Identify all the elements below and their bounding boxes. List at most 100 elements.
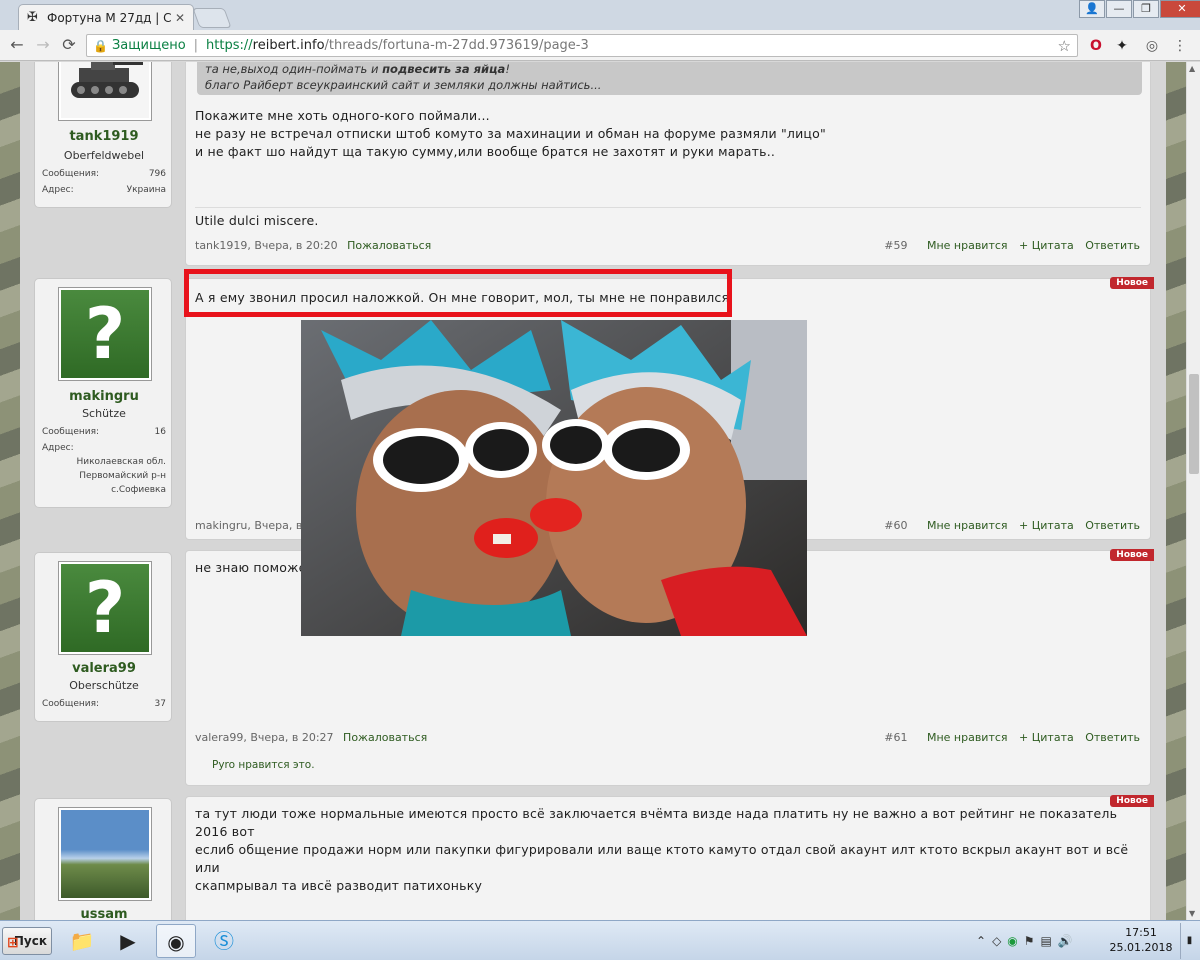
reload-button[interactable]: ⟳ xyxy=(58,35,80,55)
tab-strip: ✠ Фортуна М 27дд | Стран ✕ 👤 — ❐ ✕ xyxy=(0,0,1200,30)
landscape-avatar-image xyxy=(61,810,149,898)
lock-icon: 🔒 xyxy=(93,38,108,53)
username[interactable]: ussam xyxy=(35,907,173,920)
question-mark-avatar-icon: ? xyxy=(61,564,149,652)
quote-link[interactable]: + Цитата xyxy=(1019,731,1074,744)
post-body-line: не разу не встречал отписки штоб комуто … xyxy=(195,126,826,141)
url-host: reibert.info xyxy=(252,38,325,53)
messages-label: Сообщения: xyxy=(42,699,100,709)
tab-title: Фортуна М 27дд | Стран xyxy=(47,10,171,25)
address-line: Николаевская обл. xyxy=(76,457,166,467)
username[interactable]: valera99 xyxy=(35,661,173,676)
windows-taskbar: ⊞ Пуск 📁 ▶ ◉ Ⓢ ⌃ ◇ ◉ ⚑ ▤ 🔊 17:51 25.01.2… xyxy=(0,920,1200,960)
vertical-scrollbar[interactable]: ▲ ▼ xyxy=(1186,62,1200,920)
skype-taskbar-icon[interactable]: Ⓢ xyxy=(204,924,244,958)
post-number[interactable]: #60 xyxy=(884,519,907,532)
network-icon[interactable]: ▤ xyxy=(1041,934,1052,948)
start-label: Пуск xyxy=(13,934,47,948)
liker-username[interactable]: Pyro xyxy=(212,759,235,771)
start-button[interactable]: ⊞ Пуск xyxy=(2,927,52,955)
post-meta: tank1919, Вчера, в 20:20 Пожаловаться xyxy=(195,239,431,252)
report-link[interactable]: Пожаловаться xyxy=(343,731,427,744)
avatar[interactable] xyxy=(58,807,152,901)
scroll-down-arrow-icon[interactable]: ▼ xyxy=(1189,909,1195,918)
tray-green-app-icon[interactable]: ◉ xyxy=(1007,934,1017,948)
clock-date: 25.01.2018 xyxy=(1109,941,1173,954)
sync-extension-icon[interactable]: ◎ xyxy=(1142,36,1162,56)
username[interactable]: makingru xyxy=(35,389,173,404)
show-desktop-button[interactable]: ▮ xyxy=(1180,923,1198,959)
new-tab-button[interactable] xyxy=(192,8,232,28)
extension-puzzle-icon[interactable]: ✦ xyxy=(1112,36,1132,56)
bookmark-star-icon[interactable]: ☆ xyxy=(1058,37,1071,55)
post-author-date[interactable]: tank1919, Вчера, в 20:20 xyxy=(195,239,338,252)
browser-tab[interactable]: ✠ Фортуна М 27дд | Стран ✕ xyxy=(18,4,194,30)
tray-expand-icon[interactable]: ⌃ xyxy=(976,934,986,948)
user-rank: Schütze xyxy=(82,407,126,420)
tank-avatar-image xyxy=(61,62,149,118)
volume-icon[interactable]: 🔊 xyxy=(1058,934,1073,948)
secure-label: Защищено xyxy=(111,38,186,53)
post-body: та тут люди тоже нормальные имеются прос… xyxy=(195,805,1150,895)
restore-button[interactable]: ❐ xyxy=(1133,0,1159,18)
user-card: ? valera99 Oberschütze Сообщения: 37 xyxy=(34,552,172,722)
tray-app-icon[interactable]: ◇ xyxy=(992,934,1001,948)
window-close-button[interactable]: ✕ xyxy=(1160,0,1200,18)
post-number[interactable]: #59 xyxy=(884,239,907,252)
like-link[interactable]: Мне нравится xyxy=(927,731,1008,744)
like-link[interactable]: Мне нравится xyxy=(927,519,1008,532)
taskbar-clock[interactable]: 17:51 25.01.2018 xyxy=(1106,925,1176,955)
windows-logo-icon: ⊞ xyxy=(7,935,19,951)
reply-link[interactable]: Ответить xyxy=(1085,519,1140,532)
address-line: Первомайский р-н xyxy=(79,471,166,481)
reply-link[interactable]: Ответить xyxy=(1085,239,1140,252)
quote-block: та не,выход один-поймать и подвесить за … xyxy=(197,62,1142,95)
post-author-date[interactable]: makingru, Вчера, в xyxy=(195,519,302,532)
signature-divider xyxy=(195,207,1141,208)
scroll-up-arrow-icon[interactable]: ▲ xyxy=(1189,64,1195,73)
avatar[interactable] xyxy=(58,62,152,121)
avatar[interactable]: ? xyxy=(58,561,152,655)
reply-link[interactable]: Ответить xyxy=(1085,731,1140,744)
avatar[interactable]: ? xyxy=(58,287,152,381)
post-body: не знаю поможет xyxy=(195,560,314,575)
post-body-line: та тут люди тоже нормальные имеются прос… xyxy=(195,806,1118,839)
post-body-line: Покажите мне хоть одного-кого поймали... xyxy=(195,108,490,123)
scrollbar-thumb[interactable] xyxy=(1189,374,1199,474)
quote-link[interactable]: + Цитата xyxy=(1019,519,1074,532)
new-badge: Новое xyxy=(1110,549,1154,561)
url-path: /threads/fortuna-m-27dd.973619/page-3 xyxy=(324,38,589,53)
chrome-menu-icon[interactable]: ⋮ xyxy=(1170,36,1190,56)
post-author-date[interactable]: valera99, Вчера, в 20:27 xyxy=(195,731,334,744)
tab-close-icon[interactable]: ✕ xyxy=(175,11,185,25)
opera-extension-icon[interactable]: O xyxy=(1086,36,1106,56)
post-actions: #61 Мне нравится + Цитата Ответить xyxy=(876,731,1140,744)
report-link[interactable]: Пожаловаться xyxy=(347,239,431,252)
system-tray: ⌃ ◇ ◉ ⚑ ▤ 🔊 xyxy=(976,927,1073,955)
address-line: с.Софиевка xyxy=(111,485,166,495)
quote-link[interactable]: + Цитата xyxy=(1019,239,1074,252)
signature: Utile dulci miscere. xyxy=(195,213,319,228)
chrome-taskbar-icon[interactable]: ◉ xyxy=(156,924,196,958)
messages-label: Сообщения: xyxy=(42,427,100,437)
back-button[interactable]: ← xyxy=(6,35,28,55)
post-number[interactable]: #61 xyxy=(884,731,907,744)
post-actions: #60 Мне нравится + Цитата Ответить xyxy=(876,519,1140,532)
media-player-taskbar-icon[interactable]: ▶ xyxy=(108,924,148,958)
forward-button[interactable]: → xyxy=(32,35,54,55)
messages-value: 16 xyxy=(154,427,166,437)
profile-icon[interactable]: 👤 xyxy=(1079,0,1105,18)
file-explorer-taskbar-icon[interactable]: 📁 xyxy=(62,924,102,958)
post-body-line: и не факт шо найдут ща такую сумму,или в… xyxy=(195,144,776,159)
minimize-button[interactable]: — xyxy=(1106,0,1132,18)
new-badge: Новое xyxy=(1110,277,1154,289)
username[interactable]: tank1919 xyxy=(35,129,173,144)
address-bar[interactable]: 🔒 Защищено | https:// reibert.info /thre… xyxy=(86,34,1078,57)
likes-text: нравится это. xyxy=(235,759,315,771)
post-body: Покажите мне хоть одного-кого поймали...… xyxy=(195,107,826,161)
page-background-left xyxy=(0,62,20,920)
user-card: ussam xyxy=(34,798,172,920)
action-center-flag-icon[interactable]: ⚑ xyxy=(1024,934,1035,948)
address-value: Николаевская обл. Первомайский р-н с.Соф… xyxy=(42,455,166,497)
like-link[interactable]: Мне нравится xyxy=(927,239,1008,252)
